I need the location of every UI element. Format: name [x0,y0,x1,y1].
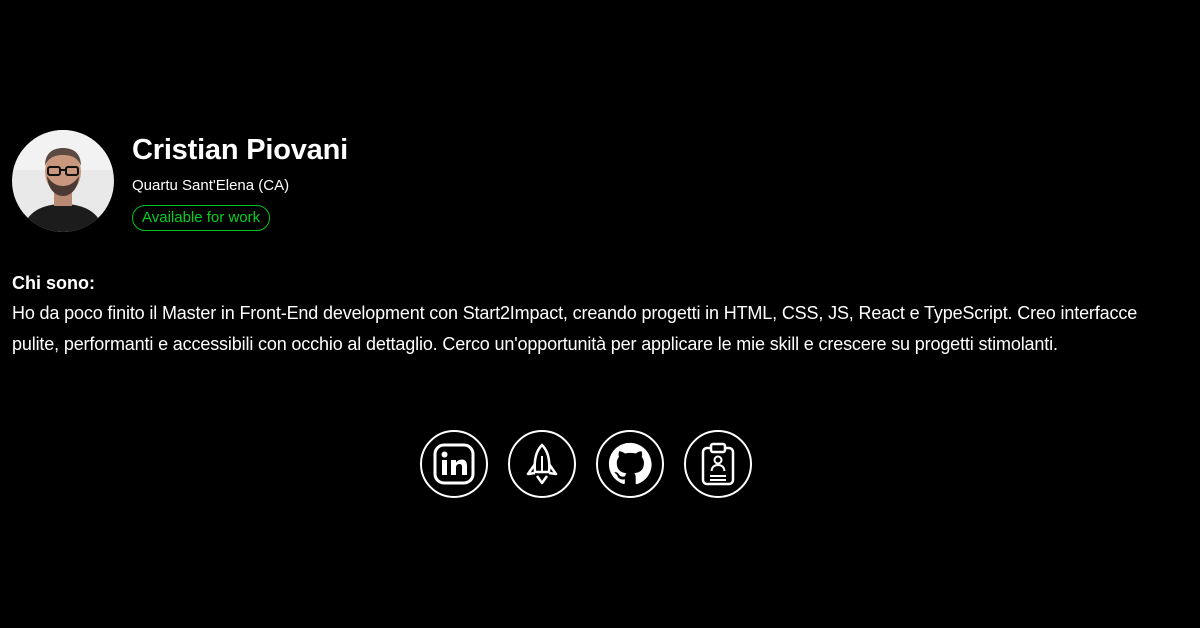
start2impact-link[interactable] [508,430,576,498]
social-links [420,430,752,498]
avatar [12,130,114,232]
about-title: Chi sono: [12,273,95,293]
profile-header: Cristian Piovani Quartu Sant'Elena (CA) … [12,130,348,232]
resume-clipboard-icon [699,442,737,486]
about-section: Chi sono: Ho da poco finito il Master in… [12,268,1182,360]
profile-info: Cristian Piovani Quartu Sant'Elena (CA) … [132,130,348,231]
linkedin-link[interactable] [420,430,488,498]
github-icon [608,442,652,486]
profile-name: Cristian Piovani [132,134,348,166]
about-text: Ho da poco finito il Master in Front-End… [12,303,1138,354]
availability-badge: Available for work [132,205,271,231]
github-link[interactable] [596,430,664,498]
resume-link[interactable] [684,430,752,498]
profile-location: Quartu Sant'Elena (CA) [132,177,290,194]
linkedin-icon [433,443,475,485]
rocket-icon [522,442,562,486]
